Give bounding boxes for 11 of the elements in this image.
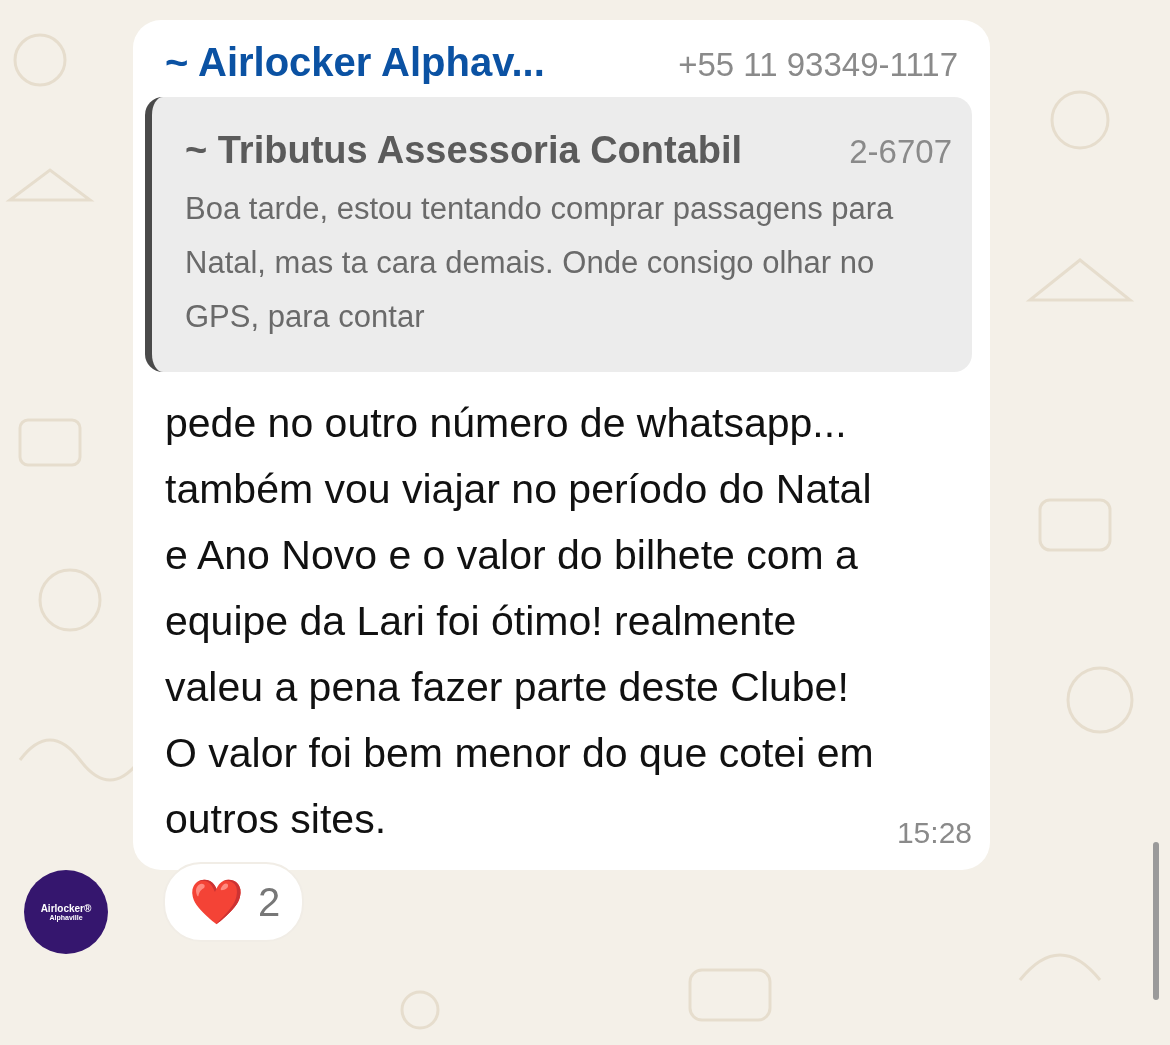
- reaction-pill[interactable]: ❤ 2: [163, 862, 305, 942]
- sender-phone: +55 11 93349-1117: [678, 46, 958, 84]
- quoted-message[interactable]: ~ Tributus Assessoria Contabil 2-6707 Boa tarde, estou tentando comprar passagens para Natal, mas ta cara demais. Onde consigo olhar no GPS, para contar: [145, 97, 972, 372]
- message-text: pede no outro número de whatsapp... também vou viajar no período do Natal e Ano Novo e o valor do bilhete com a equipe da Lari foi ótimo! realmente valeu a pena fazer parte deste Clube! O valor foi bem menor do que cotei em outros sites.: [165, 399, 875, 844]
- quoted-text: Boa tarde, estou tentando comprar passagens para Natal, mas ta cara demais. Onde consigo olhar no GPS, para contar: [185, 190, 895, 336]
- scroll-bar[interactable]: [1153, 842, 1159, 1000]
- message-time: 15:28: [896, 816, 972, 850]
- quoted-sender-phone: 2-6707: [849, 133, 952, 171]
- quoted-sender-name: ~ Tributus Assessoria Contabil: [185, 129, 743, 172]
- avatar-title: Airlocker®: [40, 903, 92, 914]
- sender-name[interactable]: ~ Airlocker Alphav...: [165, 40, 545, 85]
